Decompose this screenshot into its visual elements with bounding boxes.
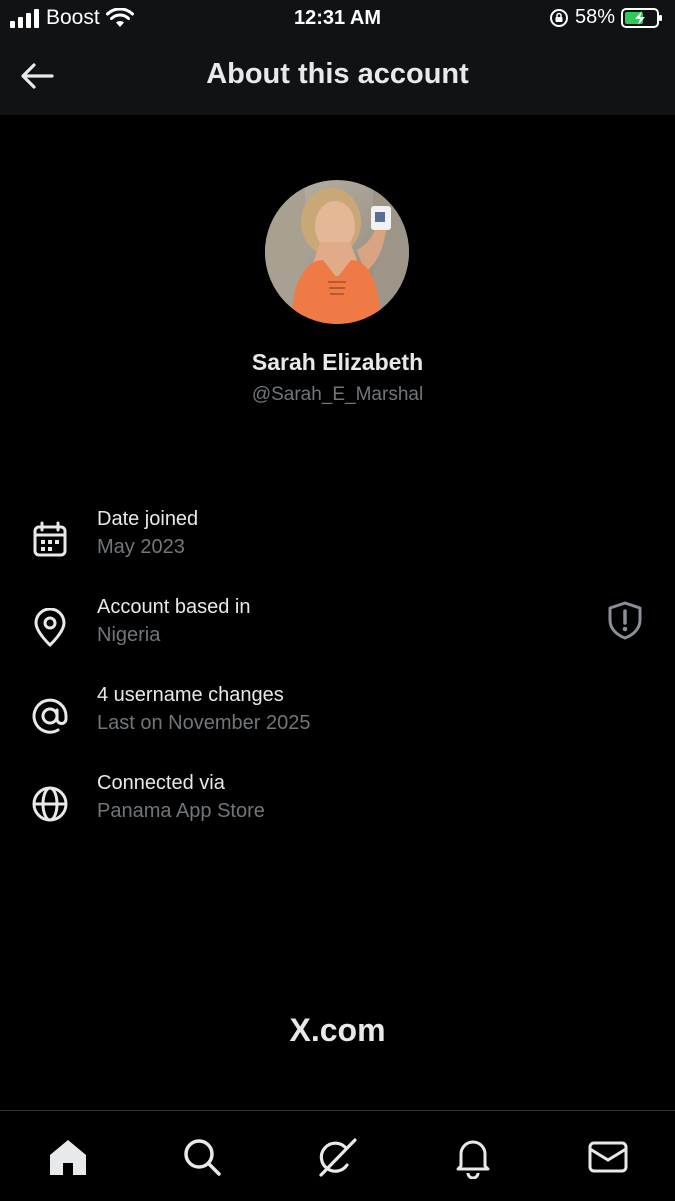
location-pin-icon bbox=[34, 608, 66, 647]
nav-notifications[interactable] bbox=[451, 1135, 495, 1180]
display-name: Sarah Elizabeth bbox=[251, 349, 424, 375]
nav-home[interactable] bbox=[46, 1135, 90, 1179]
info-row-date-joined: Date joined May 2023 bbox=[0, 508, 675, 578]
header: About this account bbox=[0, 38, 675, 115]
connected-via-value: Panama App Store bbox=[97, 800, 265, 822]
username-handle: @Sarah_E_Marshal bbox=[251, 384, 424, 405]
orientation-lock-icon bbox=[549, 8, 568, 27]
at-icon bbox=[32, 698, 68, 734]
search-icon bbox=[184, 1139, 221, 1176]
account-based-in-label: Account based in bbox=[97, 596, 251, 618]
page-title: About this account bbox=[206, 58, 469, 90]
info-row-username-changes: 4 username changes Last on November 2025 bbox=[0, 684, 675, 754]
status-bar: Boost 12:31 AM 58% bbox=[0, 0, 675, 38]
account-based-in-value: Nigeria bbox=[97, 624, 161, 646]
battery-charging-icon bbox=[621, 7, 662, 28]
globe-icon bbox=[32, 786, 68, 822]
x-com-brand: X.com bbox=[289, 1012, 386, 1048]
date-joined-label: Date joined bbox=[97, 508, 199, 530]
notifications-icon bbox=[456, 1140, 490, 1180]
status-right: 58% bbox=[549, 6, 663, 29]
grok-icon bbox=[319, 1138, 357, 1177]
calendar-icon bbox=[33, 521, 67, 557]
nav-messages[interactable] bbox=[586, 1135, 630, 1179]
connected-via-label: Connected via bbox=[97, 772, 225, 794]
avatar[interactable] bbox=[265, 180, 409, 324]
nav-grok[interactable] bbox=[315, 1135, 359, 1179]
date-joined-value: May 2023 bbox=[97, 536, 185, 558]
nav-search[interactable] bbox=[180, 1135, 224, 1179]
username-changes-value: Last on November 2025 bbox=[97, 712, 311, 734]
home-icon bbox=[50, 1140, 86, 1175]
shield-alert-icon[interactable] bbox=[605, 600, 645, 640]
avatar-photo bbox=[265, 180, 409, 324]
bottom-nav bbox=[0, 1110, 675, 1201]
username-changes-label: 4 username changes bbox=[97, 684, 284, 706]
info-row-account-based-in: Account based in Nigeria bbox=[0, 596, 675, 666]
info-row-connected-via: Connected via Panama App Store bbox=[0, 772, 675, 842]
messages-icon bbox=[588, 1141, 628, 1173]
battery-percent: 58% bbox=[574, 6, 615, 28]
